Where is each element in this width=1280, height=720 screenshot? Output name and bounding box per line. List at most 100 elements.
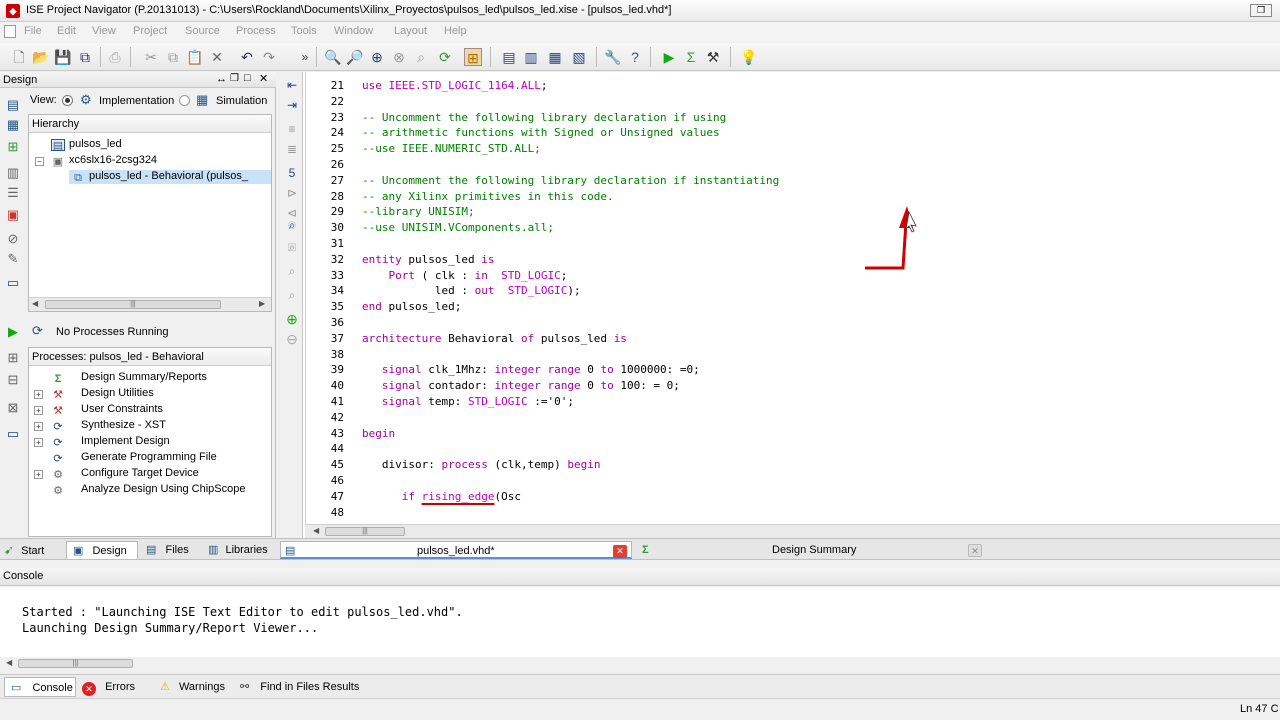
cut-icon[interactable]: ✂ (142, 48, 160, 66)
zoom-area-icon[interactable]: ⊗ (390, 48, 408, 66)
scroll-right-icon[interactable]: ▶ (259, 299, 265, 308)
process-item[interactable]: ⚙ Analyze Design Using ChipScope (51, 483, 245, 497)
print-icon[interactable]: ⎙ (106, 48, 124, 66)
process-item[interactable]: ⟳ Implement Design (51, 435, 169, 449)
add-source-icon[interactable]: ▤ (4, 97, 22, 113)
console-hscrollbar[interactable]: ◀ ||| (0, 657, 1280, 671)
float-panel-icon[interactable]: ↔ (216, 73, 227, 85)
scroll-left-icon[interactable]: ◀ (32, 299, 38, 308)
menu-source[interactable]: Source (185, 25, 220, 37)
expand-icon[interactable]: + (34, 390, 43, 399)
menu-edit[interactable]: Edit (57, 25, 76, 37)
close-summary-tab-icon[interactable]: ✕ (968, 544, 982, 557)
expand-icon[interactable]: + (34, 422, 43, 431)
simulation-radio[interactable] (179, 95, 190, 106)
tree-item-device[interactable]: ▣ xc6slx16-2csg324 (51, 154, 157, 168)
undo-icon[interactable]: ↶ (238, 48, 256, 66)
menu-process[interactable]: Process (236, 25, 276, 37)
indent-icon[interactable]: ⇤ (284, 78, 300, 92)
expand-icon[interactable]: + (34, 470, 43, 479)
process-item[interactable]: ⚙ Configure Target Device (51, 467, 199, 481)
tab-design-summary[interactable]: Σ Design Summary ✕ (638, 541, 992, 559)
replace-icon[interactable]: ⌕ (284, 264, 300, 278)
editor-scroll-thumb[interactable]: ||| (325, 527, 405, 536)
redo-icon[interactable]: ↷ (260, 48, 278, 66)
tile-vertical-icon[interactable]: ▦ (546, 48, 564, 66)
refresh-icon[interactable]: ⟳ (436, 48, 454, 66)
view-source-icon[interactable]: ☰ (4, 185, 22, 201)
tab-libraries[interactable]: ▥ Libraries (208, 541, 274, 559)
menu-project[interactable]: Project (133, 25, 167, 37)
code-text-area[interactable]: 21 use IEEE.STD_LOGIC_1164.ALL; 22 23 -- Un… (305, 72, 1280, 524)
console-scroll-left-icon[interactable]: ◀ (6, 658, 12, 667)
zoom-out-icon[interactable]: 🔎 (346, 48, 364, 66)
rerun-all-icon[interactable]: ⊟ (4, 372, 22, 388)
menu-window[interactable]: Window (334, 25, 373, 37)
menu-view[interactable]: View (92, 25, 116, 37)
hierarchy-view-icon[interactable]: ⊞ (464, 48, 482, 66)
tile-horizontal-icon[interactable]: ▥ (522, 48, 540, 66)
copy-icon[interactable]: ⧉ (164, 48, 182, 66)
hierarchy-hscrollbar[interactable]: ◀ ||| ▶ (29, 297, 271, 311)
uncomment-icon[interactable]: ≣ (284, 142, 300, 156)
simulation-label[interactable]: Simulation (216, 95, 267, 107)
save-icon[interactable]: 💾 (54, 48, 72, 66)
find-icon[interactable]: ⌕ (284, 218, 300, 232)
bookmark-icon[interactable]: 5 (284, 166, 300, 180)
save-all-icon[interactable]: ⧉ (76, 48, 94, 66)
rerun-icon[interactable]: ⊞ (4, 350, 22, 366)
close-file-tab-icon[interactable]: ✕ (613, 545, 627, 558)
maximize-panel-icon[interactable]: □ (244, 72, 251, 84)
zoom-select-icon[interactable]: ⌕ (412, 48, 430, 66)
lightbulb-icon[interactable]: 💡 (740, 48, 758, 66)
language-templates-icon[interactable]: ⊕ (284, 312, 300, 326)
process-properties-icon[interactable]: ▭ (4, 426, 22, 442)
context-help-icon[interactable]: ? (626, 48, 644, 66)
tab-start[interactable]: ➹ Start (4, 541, 62, 559)
new-file-icon[interactable]: 🗋 (10, 48, 28, 66)
tab-console[interactable]: ▭ Console (4, 677, 76, 697)
menu-file[interactable]: File (24, 25, 42, 37)
delete-icon[interactable]: ✕ (208, 48, 226, 66)
editor-hscrollbar[interactable]: ◀ ||| (305, 524, 1280, 538)
module-view-icon[interactable]: ⊘ (4, 231, 22, 247)
process-item[interactable]: ⚒ Design Utilities (51, 387, 154, 401)
collapse-icon[interactable]: ▭ (4, 275, 22, 291)
find-files-icon[interactable]: ⌕ (284, 288, 300, 302)
tools-icon[interactable]: 🔧 (604, 48, 622, 66)
cascade-windows-icon[interactable]: ▤ (500, 48, 518, 66)
close-panel-icon[interactable]: ✕ (259, 72, 268, 85)
tab-pulsos-led-vhd[interactable]: ▤ pulsos_led.vhd* ✕ (280, 541, 632, 559)
unindent-icon[interactable]: ⇥ (284, 98, 300, 112)
collapse-device-icon[interactable]: − (35, 157, 44, 166)
add-copy-icon[interactable]: ▦ (4, 117, 22, 133)
stop-icon[interactable]: ⊠ (4, 400, 22, 416)
implementation-radio[interactable] (62, 95, 73, 106)
find-next-icon[interactable]: ⌕ (284, 240, 300, 254)
process-item[interactable]: ⟳ Synthesize - XST (51, 419, 166, 433)
tree-item-module[interactable]: ⧉ pulsos_led - Behavioral (pulsos_ (69, 170, 271, 184)
hierarchy-scroll-thumb[interactable]: ||| (45, 300, 221, 309)
expand-icon[interactable]: + (34, 438, 43, 447)
restore-panel-icon[interactable]: ❐ (230, 73, 239, 84)
tab-errors[interactable]: ✕ Errors (82, 677, 144, 697)
run-process-icon[interactable]: ▶ (4, 324, 22, 340)
paste-icon[interactable]: 📋 (186, 48, 204, 66)
process-item[interactable]: Σ Design Summary/Reports (51, 371, 207, 385)
new-source-icon[interactable]: ⊞ (4, 139, 22, 155)
implementation-label[interactable]: Implementation (99, 95, 174, 107)
remove-source-icon[interactable]: ▣ (4, 207, 22, 223)
menu-layout[interactable]: Layout (394, 25, 427, 37)
tab-design[interactable]: ▣ Design (66, 541, 138, 559)
tab-warnings[interactable]: ⚠ Warnings (160, 677, 232, 697)
menu-help[interactable]: Help (444, 25, 467, 37)
properties-icon[interactable]: ▥ (4, 165, 22, 181)
insert-template-icon[interactable]: ⊖ (284, 332, 300, 346)
summary-sigma-icon[interactable]: Σ (682, 48, 700, 66)
implement-top-icon[interactable]: ⚒ (704, 48, 722, 66)
expand-icon[interactable]: + (34, 406, 43, 415)
process-item[interactable]: ⟳ Generate Programming File (51, 451, 216, 465)
open-folder-icon[interactable]: 📂 (32, 48, 50, 66)
bookmark-next-icon[interactable]: ⊳ (284, 186, 300, 200)
tab-files[interactable]: ▤ Files (146, 541, 202, 559)
